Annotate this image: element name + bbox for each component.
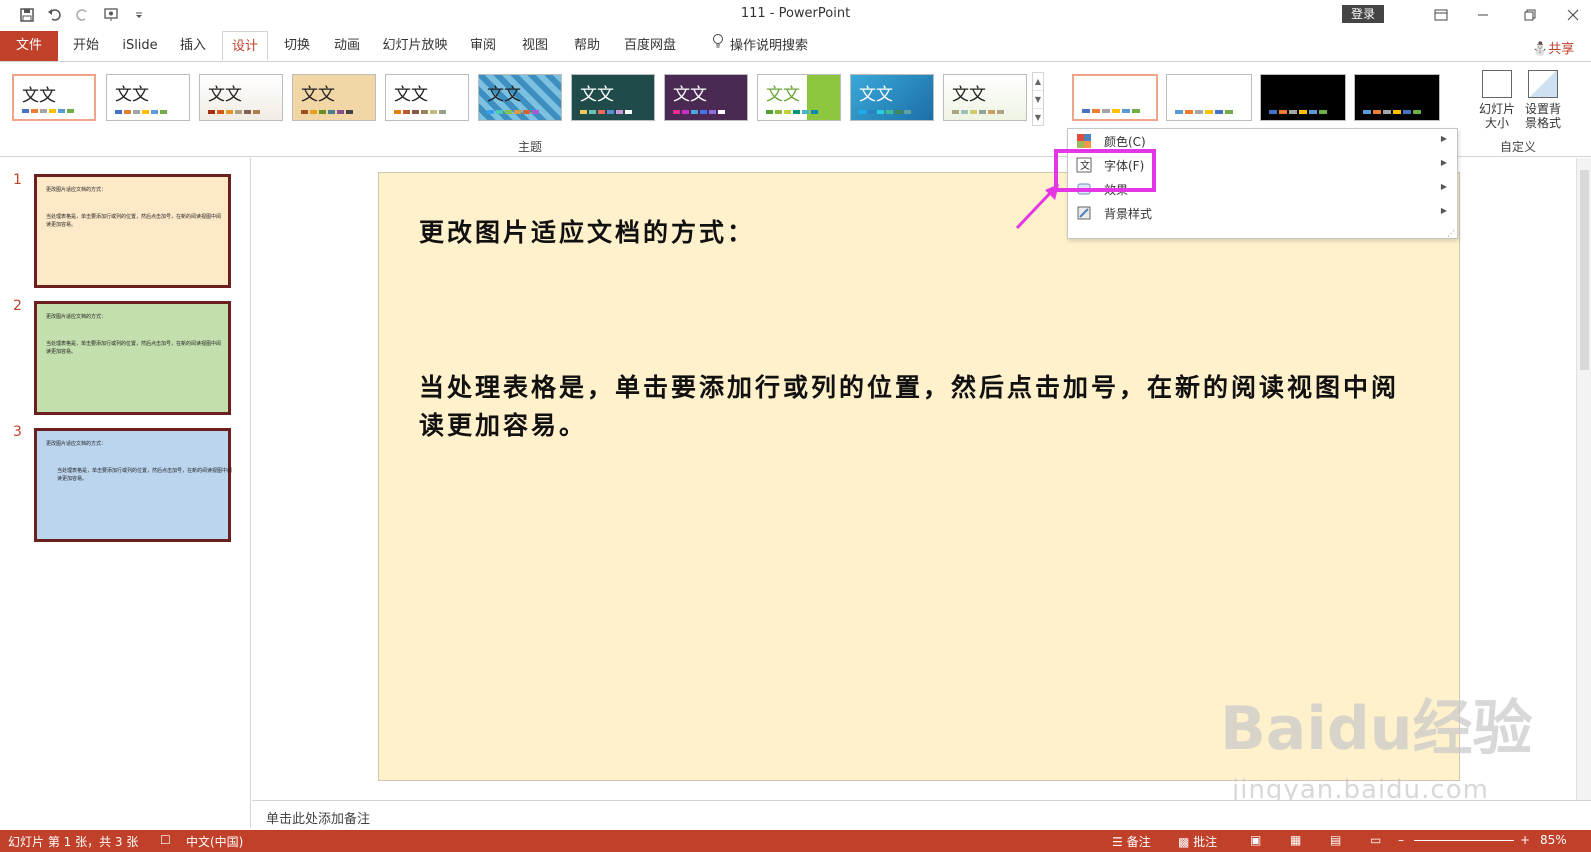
slide-thumbnail-1[interactable]: 更改图片适应文档的方式： 当处理表格是，单击要添加行或列的位置，然后点击加号，在…	[34, 174, 231, 288]
theme-2[interactable]: 文文	[106, 74, 190, 121]
submenu-arrow-icon: ▶	[1440, 206, 1447, 215]
annotation-highlight-box	[1054, 149, 1156, 192]
submenu-arrow-icon: ▶	[1440, 134, 1447, 143]
slide-size-button[interactable]: 幻灯片大小	[1476, 70, 1518, 130]
powerpoint-window: 111 - PowerPoint 登录 文件 开始 iSlide 插入 设计 切…	[0, 0, 1591, 852]
format-background-button[interactable]: 设置背景格式	[1522, 70, 1564, 130]
annotation-arrow-icon	[1015, 184, 1059, 230]
ribbon-tabs: 文件 开始 iSlide 插入 设计 切换 动画 幻灯片放映 审阅 视图 帮助 …	[0, 31, 1591, 61]
share-button[interactable]: ⛄共享	[1532, 38, 1574, 57]
theme-9[interactable]: 文文	[757, 74, 841, 121]
variant-3[interactable]	[1260, 74, 1346, 121]
lightbulb-icon	[712, 31, 724, 61]
thumb-number: 1	[13, 172, 22, 188]
tell-me-search[interactable]: 操作说明搜索	[700, 31, 820, 61]
menu-item-background-styles[interactable]: 背景样式 ▶	[1068, 201, 1457, 225]
theme-3[interactable]: 文文	[199, 74, 283, 121]
themes-group-label: 主题	[518, 140, 543, 154]
tell-me-label: 操作说明搜索	[729, 38, 808, 54]
tab-slideshow[interactable]: 幻灯片放映	[380, 31, 450, 61]
variant-4[interactable]	[1354, 74, 1440, 121]
submenu-arrow-icon: ▶	[1440, 182, 1447, 191]
watermark-logo: Baidu经验	[1220, 694, 1533, 764]
scroll-down-icon[interactable]: ▼	[1033, 91, 1043, 109]
slideshow-icon[interactable]: ▭	[1370, 833, 1381, 847]
tab-file[interactable]: 文件	[0, 31, 58, 61]
thumb-number: 3	[13, 424, 22, 440]
comments-toggle[interactable]: ▩ 批注	[1178, 833, 1217, 850]
tab-insert[interactable]: 插入	[172, 31, 214, 61]
variant-1[interactable]	[1072, 74, 1158, 121]
submenu-arrow-icon: ▶	[1440, 158, 1447, 167]
background-style-icon	[1076, 205, 1092, 221]
tab-animations[interactable]: 动画	[326, 31, 368, 61]
format-background-icon	[1528, 70, 1558, 98]
theme-6[interactable]: 文文	[478, 74, 562, 121]
notes-toggle[interactable]: ☰ 备注	[1112, 833, 1151, 850]
status-bar: 幻灯片 第 1 张，共 3 张 ☐ 中文(中国) ☰ 备注 ▩ 批注 ▣ ▦ ▤…	[0, 830, 1591, 852]
normal-view-icon[interactable]: ▣	[1250, 833, 1261, 847]
customize-group-label: 自定义	[1500, 140, 1537, 154]
notes-pane[interactable]: 单击此处添加备注	[252, 800, 1591, 830]
editor-scrollbar[interactable]	[1576, 158, 1591, 800]
zoom-in-icon[interactable]: +	[1520, 833, 1530, 847]
slide-body[interactable]: 当处理表格是，单击要添加行或列的位置，然后点击加号，在新的阅读视图中阅读更加容易…	[419, 369, 1399, 445]
tab-design[interactable]: 设计	[222, 31, 268, 61]
theme-8[interactable]: 文文	[664, 74, 748, 121]
slide-counter: 幻灯片 第 1 张，共 3 张	[8, 835, 139, 849]
slide-thumbnail-2[interactable]: 更改图片适应文档的方式： 当处理表格是，单击要添加行或列的位置，然后点击加号，在…	[34, 301, 231, 415]
close-icon[interactable]	[1558, 4, 1588, 26]
zoom-slider[interactable]	[1414, 840, 1514, 841]
tab-view[interactable]: 视图	[514, 31, 556, 61]
restore-icon[interactable]	[1515, 4, 1545, 26]
theme-4[interactable]: 文文	[292, 74, 376, 121]
reading-view-icon[interactable]: ▤	[1330, 833, 1341, 847]
slide-sorter-icon[interactable]: ▦	[1290, 833, 1301, 847]
minimize-icon[interactable]	[1468, 4, 1498, 26]
scrollbar-thumb[interactable]	[1580, 170, 1589, 370]
spellcheck-icon[interactable]: ☐	[160, 833, 171, 847]
gallery-more-icon[interactable]: ▼	[1033, 109, 1043, 127]
scroll-up-icon[interactable]: ▲	[1033, 73, 1043, 91]
tab-review[interactable]: 审阅	[462, 31, 504, 61]
thumb-number: 2	[13, 298, 22, 314]
slide-thumbnail-3[interactable]: 更改图片适应文档的方式： 当处理表格是，单击要添加行或列的位置，然后点击加号，在…	[34, 428, 232, 542]
language-indicator[interactable]: 中文(中国)	[186, 833, 243, 850]
theme-7[interactable]: 文文	[571, 74, 655, 121]
ribbon-display-icon[interactable]	[1426, 4, 1456, 26]
zoom-level[interactable]: 85%	[1540, 833, 1567, 847]
tab-help[interactable]: 帮助	[566, 31, 608, 61]
tab-islide[interactable]: iSlide	[116, 31, 164, 61]
tab-home[interactable]: 开始	[64, 31, 108, 61]
title-bar: 111 - PowerPoint 登录	[0, 0, 1591, 30]
tab-transitions[interactable]: 切换	[276, 31, 318, 61]
resize-grip-icon[interactable]: ⋰	[1447, 229, 1455, 238]
zoom-out-icon[interactable]: –	[1398, 833, 1404, 847]
theme-gallery-scroll[interactable]: ▲ ▼ ▼	[1032, 72, 1044, 126]
variant-2[interactable]	[1166, 74, 1252, 121]
color-palette-icon	[1076, 133, 1092, 149]
theme-11[interactable]: 文文	[943, 74, 1027, 121]
slide-size-icon	[1482, 70, 1512, 98]
theme-5[interactable]: 文文	[385, 74, 469, 121]
notes-placeholder: 单击此处添加备注	[266, 812, 371, 827]
slide-title[interactable]: 更改图片适应文档的方式：	[419, 213, 755, 249]
person-icon: ⛄	[1532, 42, 1549, 57]
theme-office[interactable]: 文文	[12, 74, 96, 121]
slide-thumbnails-pane: 1 更改图片适应文档的方式： 当处理表格是，单击要添加行或列的位置，然后点击加号…	[0, 158, 251, 828]
theme-10[interactable]: 文文	[850, 74, 934, 121]
tab-baidu-netdisk[interactable]: 百度网盘	[620, 31, 680, 61]
login-button[interactable]: 登录	[1342, 5, 1384, 23]
